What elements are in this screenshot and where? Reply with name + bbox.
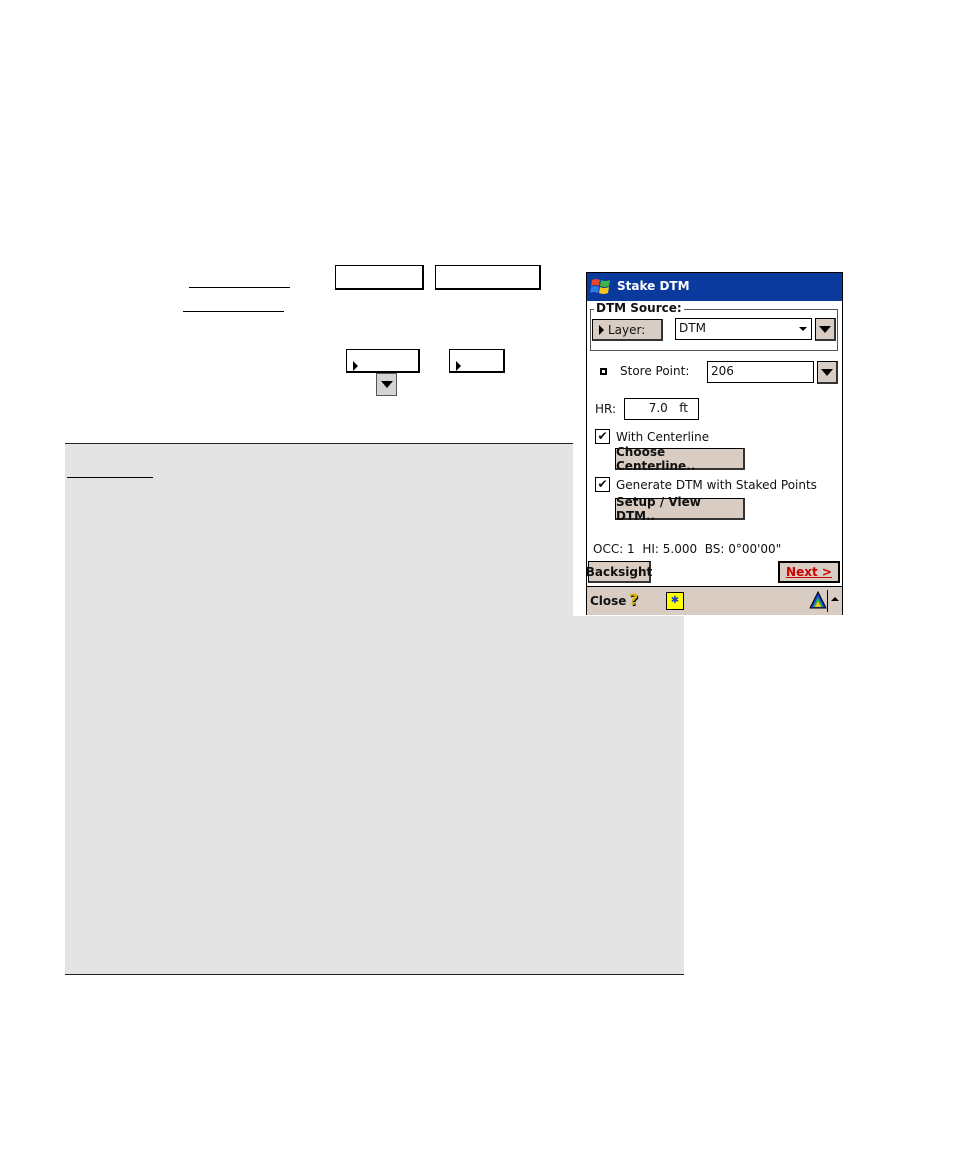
dropdown-arrow-icon <box>376 373 397 396</box>
layer-select[interactable]: DTM <box>675 318 812 340</box>
with-centerline-label: With Centerline <box>616 430 710 444</box>
store-point-label: Store Point: <box>620 364 690 378</box>
windows-start-icon[interactable] <box>590 276 612 298</box>
sip-up-arrow-icon[interactable] <box>831 597 839 601</box>
hr-label: HR: <box>595 402 617 416</box>
with-centerline-checkbox[interactable]: ✔ <box>595 429 610 444</box>
bottom-menu-bar: Close ? ✱ <box>587 586 842 615</box>
survey-triangle-icon[interactable] <box>809 591 827 609</box>
store-point-value: 206 <box>711 364 734 378</box>
setup-view-dtm-button[interactable]: Setup / View DTM.. <box>615 495 745 523</box>
blank-arrow-button-1 <box>346 349 420 373</box>
layer-button-label: Layer: <box>608 322 646 337</box>
note-underline <box>67 477 153 478</box>
layer-value: DTM <box>679 321 706 335</box>
blank-button-box-2 <box>435 265 541 290</box>
hr-unit: ft <box>679 401 688 415</box>
blank-button-box-1 <box>335 265 424 290</box>
arrow-right-icon <box>456 361 461 371</box>
layer-dropdown-button[interactable] <box>815 318 836 341</box>
close-menu[interactable]: Close <box>590 594 626 608</box>
dtm-source-label: DTM Source: <box>594 301 684 315</box>
arrow-right-icon <box>599 324 604 335</box>
blank-arrow-button-2 <box>449 349 505 373</box>
choose-centerline-button[interactable]: Choose Centerline.. <box>615 445 745 473</box>
status-line: OCC: 1 HI: 5.000 BS: 0°00'00" <box>593 542 782 556</box>
hr-input[interactable]: 7.0 ft <box>624 398 699 420</box>
backsight-button[interactable]: Backsight <box>586 561 652 583</box>
next-button[interactable]: Next > <box>778 561 840 583</box>
menu-separator <box>827 590 828 612</box>
dialog-title: Stake DTM <box>617 279 690 293</box>
arrow-right-icon <box>353 361 358 371</box>
title-bar: Stake DTM <box>587 273 842 301</box>
hr-value: 7.0 <box>648 401 668 415</box>
select-arrow-icon <box>799 327 807 331</box>
generate-dtm-label: Generate DTM with Staked Points <box>616 478 817 492</box>
layer-button[interactable]: Layer: <box>592 319 663 341</box>
stake-dtm-dialog: Stake DTM DTM Source: Layer: DTM Store P… <box>586 272 843 615</box>
store-point-input[interactable]: 206 <box>707 361 814 383</box>
input-panel-icon[interactable]: ✱ <box>666 592 684 610</box>
generate-dtm-checkbox[interactable]: ✔ <box>595 477 610 492</box>
dropdown-arrow-icon <box>821 368 833 376</box>
store-point-dropdown-button[interactable] <box>817 361 838 384</box>
store-point-marker-icon <box>600 368 607 375</box>
help-icon[interactable]: ? <box>629 590 638 609</box>
dropdown-arrow-icon <box>819 325 831 333</box>
blank-underline-2 <box>183 311 284 312</box>
blank-underline-1 <box>189 287 290 288</box>
